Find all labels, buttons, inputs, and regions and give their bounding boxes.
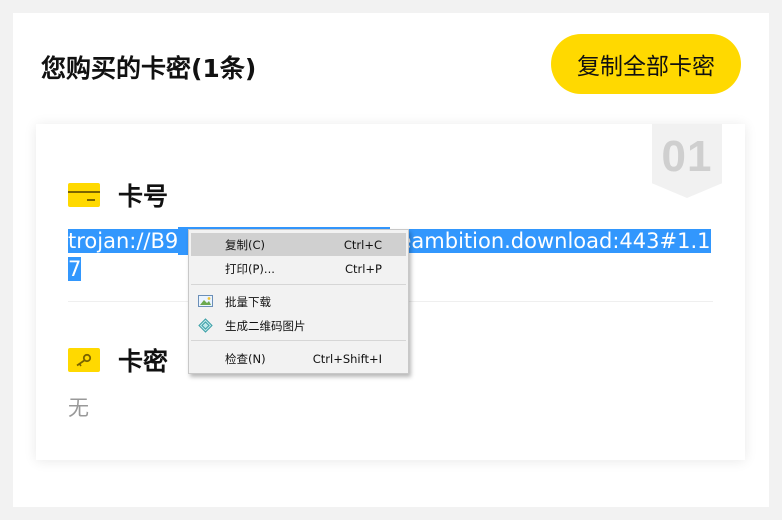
menu-item-copy[interactable]: 复制(C) Ctrl+C: [191, 233, 406, 256]
menu-item-inspect[interactable]: 检查(N) Ctrl+Shift+I: [191, 347, 406, 370]
menu-separator: [191, 340, 406, 341]
password-value: 无: [68, 396, 89, 420]
card-index-badge: 01: [652, 124, 722, 198]
card-number-label: 卡号: [118, 182, 169, 211]
card-icon: [68, 183, 100, 207]
card-index-number: 01: [661, 132, 713, 181]
copy-all-cards-button[interactable]: 复制全部卡密: [551, 34, 741, 94]
password-heading: 卡密: [68, 342, 168, 378]
context-menu: 复制(C) Ctrl+C 打印(P)... Ctrl+P 批量下载 生成二维码图…: [188, 229, 409, 374]
page-title: 您购买的卡密(1条): [41, 54, 257, 83]
menu-item-batch-download[interactable]: 批量下载: [191, 290, 406, 313]
menu-item-generate-qrcode[interactable]: 生成二维码图片: [191, 314, 406, 337]
card-number-heading: 卡号: [68, 177, 168, 213]
card-number-text-start: trojan://B9: [68, 229, 179, 253]
key-icon: [68, 348, 100, 372]
qrcode-icon: [198, 318, 213, 333]
image-download-icon: [198, 294, 213, 309]
password-label: 卡密: [118, 347, 169, 376]
menu-item-print[interactable]: 打印(P)... Ctrl+P: [191, 257, 406, 280]
menu-separator: [191, 284, 406, 285]
